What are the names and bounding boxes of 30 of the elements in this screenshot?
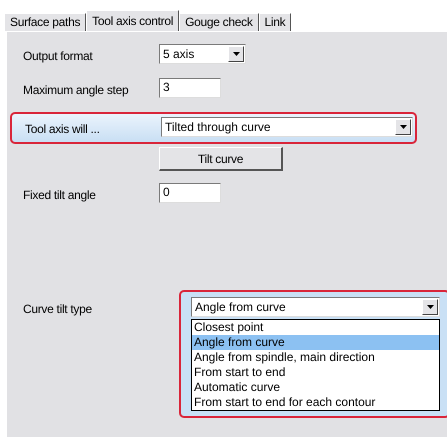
dropdown-option[interactable]: Angle from spindle, main direction <box>192 350 439 365</box>
dropdown-value: Angle from curve <box>195 300 286 314</box>
field-label: Curve tilt type <box>23 301 93 316</box>
dropdown-option[interactable]: From start to end for each contour <box>192 395 439 410</box>
field-label: Maximum angle step <box>23 82 130 97</box>
tab[interactable]: Gouge check <box>179 13 259 31</box>
dropdown-button[interactable] <box>395 119 411 135</box>
dropdown[interactable]: 5 axis <box>159 44 246 64</box>
dropdown-option[interactable]: Angle from curve <box>192 335 439 350</box>
dropdown[interactable]: Tilted through curve <box>161 117 413 137</box>
dropdown-value: Tilted through curve <box>165 120 271 134</box>
input-field[interactable]: 3 <box>159 78 221 98</box>
tab[interactable]: Surface paths <box>4 13 86 31</box>
field-label: Output format <box>23 48 94 63</box>
dropdown-option[interactable]: Closest point <box>192 320 439 335</box>
dropdown-option[interactable]: Automatic curve <box>192 380 439 395</box>
dropdown[interactable]: Angle from curve <box>191 297 440 317</box>
dropdown-button[interactable] <box>422 299 438 315</box>
caret-icon <box>426 305 434 309</box>
caret-icon <box>232 52 240 56</box>
field-label: Tool axis will ... <box>25 121 101 136</box>
caret-icon <box>400 125 406 129</box>
dropdown-option[interactable]: From start to end <box>192 365 439 380</box>
tab[interactable]: Tool axis control <box>86 10 180 31</box>
dropdown-value: 5 axis <box>163 47 194 61</box>
tab[interactable]: Link <box>258 13 292 31</box>
dropdown-button[interactable] <box>228 46 244 62</box>
field-label: Fixed tilt angle <box>23 187 97 202</box>
tilt-curve-button[interactable]: Tilt curve <box>159 147 283 171</box>
input-field[interactable]: 0 <box>159 183 221 203</box>
